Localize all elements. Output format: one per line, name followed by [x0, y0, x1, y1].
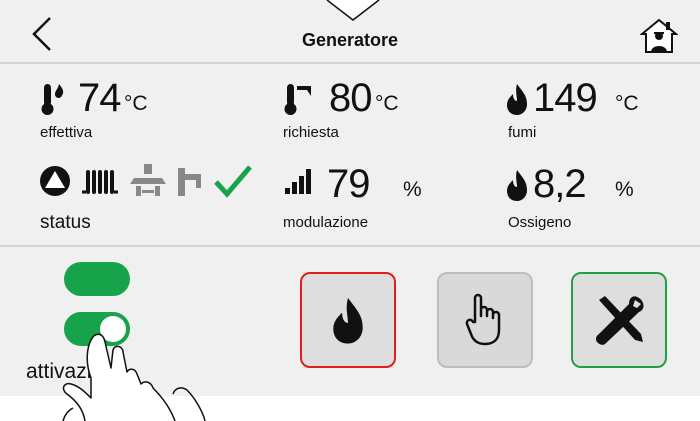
manual-button[interactable]: [437, 272, 533, 368]
metric-modulation: 79 %: [283, 162, 483, 222]
oxygen-label: Ossigeno: [508, 214, 572, 231]
flame-icon: [333, 297, 363, 344]
modulation-value: 79: [327, 162, 370, 206]
flue-temp-unit: °C: [615, 92, 639, 115]
flame-icon: [507, 170, 527, 201]
requested-temp-unit: °C: [375, 92, 399, 115]
tutorial-hand-icon: [62, 333, 206, 421]
flue-temp-value: 149: [533, 76, 598, 120]
requested-temp-value: 80: [329, 76, 372, 120]
radiator-icon: [82, 170, 118, 194]
faucet-icon: [178, 168, 201, 196]
actual-temp-label: effettiva: [40, 124, 93, 141]
signal-bars-icon: [285, 169, 311, 194]
page-title: Generatore: [301, 30, 399, 50]
section-divider: [0, 245, 700, 247]
modulation-label: modulazione: [283, 214, 369, 231]
modulation-unit: %: [403, 178, 422, 201]
heat-exchanger-icon: [130, 164, 166, 196]
oxygen-unit: %: [615, 178, 634, 201]
actual-temp-unit: °C: [124, 92, 148, 115]
thermometer-flame-icon: [41, 84, 64, 115]
oxygen-value: 8,2: [533, 162, 587, 206]
actual-temp-value: 74: [78, 76, 121, 120]
flue-temp-label: fumi: [508, 124, 537, 141]
header-divider: [0, 62, 700, 64]
checkmark-icon: [214, 165, 252, 198]
house-icon[interactable]: [640, 18, 678, 54]
flame-icon: [507, 84, 527, 115]
tools-button[interactable]: [571, 272, 667, 368]
tools-icon: [595, 296, 644, 345]
tab-notch-icon: [326, 0, 380, 21]
status-icons: [38, 160, 253, 198]
flame-button[interactable]: [300, 272, 396, 368]
metric-oxygen: 8,2 %: [505, 162, 695, 222]
status-label: status: [40, 212, 91, 233]
thermometer-setpoint-icon: [284, 84, 311, 115]
requested-temp-label: richiesta: [283, 124, 339, 141]
activation-toggle-top[interactable]: [64, 262, 130, 296]
header: Generatore: [0, 0, 700, 60]
pump-icon: [40, 166, 70, 196]
pointing-hand-icon: [465, 293, 501, 346]
